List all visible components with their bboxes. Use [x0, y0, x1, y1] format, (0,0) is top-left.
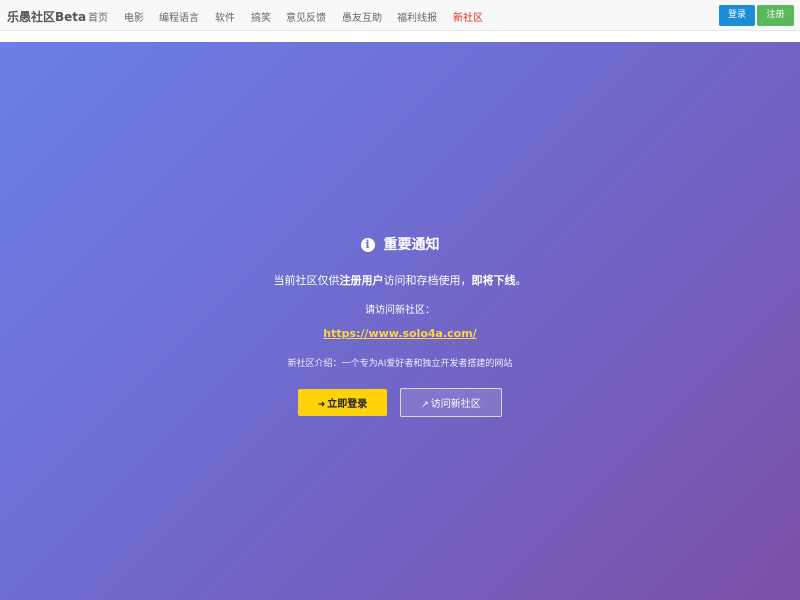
login-button[interactable]: 登录	[719, 5, 755, 26]
visit-new-community-button[interactable]: ↗ 访问新社区	[400, 388, 502, 417]
nav-item-mutual-help[interactable]: 愚友互助	[342, 9, 382, 24]
login-now-button[interactable]: ➜ 立即登录	[298, 389, 387, 416]
sign-in-icon: ➜	[317, 400, 326, 410]
subbar	[0, 31, 800, 42]
notice-title-text: 重要通知	[383, 237, 440, 253]
notice-hero: i 重要通知 当前社区仅供注册用户访问和存档使用，即将下线。 请访问新社区： ht…	[0, 42, 800, 600]
visit-new-community-label: 请访问新社区：	[365, 305, 435, 316]
register-button[interactable]: 注册	[757, 5, 794, 26]
notice-title: i 重要通知	[0, 234, 800, 254]
visit-new-community-label-text: 访问新社区	[430, 399, 481, 410]
login-now-label: 立即登录	[327, 399, 368, 410]
nav-item-software[interactable]: 软件	[215, 9, 235, 24]
notice-text-suffix: 。	[515, 274, 527, 287]
nav-item-home[interactable]: 首页	[88, 9, 108, 24]
info-circle-icon: i	[360, 238, 375, 252]
nav-item-new-community[interactable]: 新社区	[453, 9, 483, 24]
nav-item-movies[interactable]: 电影	[124, 9, 144, 24]
new-community-link-wrapper: https://www.solo4a.com/	[0, 327, 800, 340]
new-community-intro: 新社区介绍：一个专为AI爱好者和独立开发者搭建的网站	[287, 359, 513, 369]
notice-message: 当前社区仅供注册用户访问和存档使用，即将下线。	[0, 272, 800, 288]
notice-going-offline: 即将下线	[471, 274, 516, 287]
nav-item-feedback[interactable]: 意见反馈	[286, 9, 326, 24]
top-navbar: 乐愚社区Beta 首页 电影 编程语言 软件 搞笑 意见反馈 愚友互助 福利线报…	[0, 0, 800, 31]
external-link-icon: ↗	[421, 400, 429, 410]
nav-item-deals[interactable]: 福利线报	[397, 9, 437, 24]
nav-item-programming[interactable]: 编程语言	[159, 9, 199, 24]
nav-item-funny[interactable]: 搞笑	[251, 9, 271, 24]
notice-registered-users: 注册用户	[339, 274, 384, 287]
notice-text-middle: 访问和存档使用，	[383, 274, 472, 287]
notice-text-prefix: 当前社区仅供	[273, 274, 340, 287]
site-brand[interactable]: 乐愚社区Beta	[7, 8, 86, 25]
new-community-link[interactable]: https://www.solo4a.com/	[323, 327, 476, 340]
